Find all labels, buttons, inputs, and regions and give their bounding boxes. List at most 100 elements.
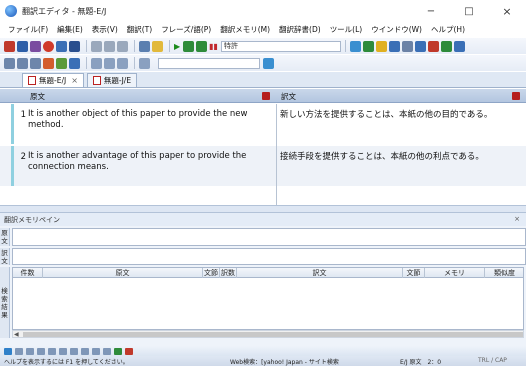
- source-cell[interactable]: It is another object of this paper to pr…: [28, 109, 273, 131]
- refresh-icon[interactable]: [30, 57, 41, 69]
- memory-tool-icon[interactable]: [103, 347, 111, 355]
- table-row[interactable]: 2 It is another advantage of this paper …: [0, 146, 526, 186]
- save-icon[interactable]: [69, 40, 80, 52]
- memory-source-field[interactable]: [12, 228, 526, 246]
- layout-icon[interactable]: [104, 57, 115, 69]
- memory-tool-icon[interactable]: [81, 347, 89, 355]
- memory-icon[interactable]: [349, 40, 361, 52]
- help-icon[interactable]: [152, 40, 163, 52]
- register-icon[interactable]: [362, 40, 374, 52]
- tab-close-icon[interactable]: ×: [71, 76, 78, 85]
- memory-toolbar: [0, 346, 526, 356]
- target-cell[interactable]: 接続手段を提供することは、本紙の他の利点である。: [280, 151, 525, 163]
- memory-tool-icon[interactable]: [92, 347, 100, 355]
- menu-file[interactable]: ファイル(F): [8, 24, 48, 35]
- col-count[interactable]: 件数: [13, 268, 43, 278]
- grid-header: 原文 訳文: [0, 89, 526, 103]
- toolbar-separator: [134, 40, 135, 52]
- back-icon[interactable]: [4, 57, 15, 69]
- memory-register-icon[interactable]: [114, 347, 122, 355]
- col-segment-target[interactable]: 文節: [403, 268, 425, 278]
- stop-icon[interactable]: [43, 40, 54, 52]
- menu-view[interactable]: 表示(V): [92, 24, 118, 35]
- forward-icon[interactable]: [17, 57, 28, 69]
- menu-window[interactable]: ウインドウ(W): [371, 24, 422, 35]
- results-table-body[interactable]: [12, 278, 524, 330]
- settings-icon[interactable]: [56, 40, 67, 52]
- document-icon: [92, 76, 101, 85]
- search-icon[interactable]: [453, 40, 465, 52]
- menu-translate[interactable]: 翻訳(T): [127, 24, 152, 35]
- memory-tool-icon[interactable]: [70, 347, 78, 355]
- globe-search-icon[interactable]: [263, 57, 274, 69]
- window-title: 翻訳エディタ - 無題-E/J: [22, 6, 107, 16]
- media-icon[interactable]: [91, 57, 102, 69]
- scrollbar-thumb[interactable]: [23, 332, 523, 337]
- scroll-left-icon[interactable]: ◀: [14, 331, 19, 338]
- source-column-header[interactable]: 原文: [26, 89, 274, 103]
- list-icon[interactable]: [401, 40, 413, 52]
- memory-target-field[interactable]: [12, 248, 526, 265]
- highlight-icon[interactable]: [375, 40, 387, 52]
- menu-help[interactable]: ヘルプ(H): [431, 24, 465, 35]
- col-source[interactable]: 原文: [43, 268, 203, 278]
- maximize-button[interactable]: □: [450, 0, 488, 22]
- translate-icon[interactable]: [30, 40, 41, 52]
- memory-tool-icon[interactable]: [37, 347, 45, 355]
- home-icon[interactable]: [43, 57, 54, 69]
- view-icon[interactable]: [139, 57, 150, 69]
- window-controls: − □ ×: [412, 0, 526, 22]
- grid-icon[interactable]: [117, 57, 128, 69]
- target-column-header[interactable]: 訳文: [277, 89, 524, 103]
- check-icon[interactable]: [440, 40, 452, 52]
- pause-icon[interactable]: ▮▮: [209, 42, 218, 51]
- close-button[interactable]: ×: [488, 0, 526, 22]
- menu-dictionary[interactable]: 翻訳辞書(D): [279, 24, 321, 35]
- memory-delete-icon[interactable]: [125, 347, 133, 355]
- memory-search-icon[interactable]: [4, 347, 12, 355]
- heart-icon[interactable]: [427, 40, 439, 52]
- memory-tool-icon[interactable]: [59, 347, 67, 355]
- row-number: 1: [20, 110, 26, 120]
- memory-tool-icon[interactable]: [15, 347, 23, 355]
- target-cell[interactable]: 新しい方法を提供することは、本紙の他の目的である。: [280, 109, 525, 121]
- col-similarity[interactable]: 類似度: [485, 268, 524, 278]
- dictionary-combo[interactable]: 特許: [220, 40, 341, 52]
- bookmark-icon[interactable]: [56, 57, 67, 69]
- cut-icon[interactable]: [91, 40, 102, 52]
- translate-next-icon[interactable]: [196, 40, 208, 52]
- tab-label: 無題-E/J: [39, 76, 67, 85]
- memory-tool-icon[interactable]: [48, 347, 56, 355]
- col-target[interactable]: 訳文: [237, 268, 403, 278]
- open-document-icon[interactable]: [17, 40, 28, 52]
- tab-ej[interactable]: 無題-E/J ×: [22, 73, 84, 87]
- table-row[interactable]: 1 It is another object of this paper to …: [0, 104, 526, 144]
- undo-icon[interactable]: [139, 40, 150, 52]
- pane-close-icon[interactable]: ×: [514, 215, 520, 223]
- menu-memory[interactable]: 翻訳メモリ(M): [220, 24, 270, 35]
- col-memory[interactable]: メモリ: [425, 268, 485, 278]
- toolbar-combo[interactable]: [158, 57, 260, 69]
- pane-splitter[interactable]: [0, 205, 526, 213]
- menu-edit[interactable]: 編集(E): [57, 24, 83, 35]
- memory-tool-icon[interactable]: [26, 347, 34, 355]
- play-icon[interactable]: ▶: [174, 42, 180, 51]
- translate-all-icon[interactable]: [183, 40, 195, 52]
- status-language: E/J 原文 2：0: [400, 359, 442, 366]
- menu-tools[interactable]: ツール(L): [330, 24, 363, 35]
- paste-icon[interactable]: [117, 40, 128, 52]
- source-cell[interactable]: It is another advantage of this paper to…: [28, 151, 273, 173]
- minimize-button[interactable]: −: [412, 0, 450, 22]
- horizontal-scrollbar[interactable]: ◀: [12, 330, 524, 338]
- status-web-search[interactable]: Web検索：[yahoo! Japan - サイト検索: [230, 357, 339, 366]
- menu-phrase[interactable]: フレーズ/語(P): [161, 24, 211, 35]
- tab-je[interactable]: 無題-J/E: [86, 73, 138, 87]
- title-bar: 翻訳エディタ - 無題-E/J − □ ×: [0, 0, 526, 22]
- col-segment[interactable]: 文節: [203, 268, 220, 278]
- globe-icon[interactable]: [69, 57, 80, 69]
- compare-icon[interactable]: [388, 40, 400, 52]
- new-document-icon[interactable]: [4, 40, 15, 52]
- copy-icon[interactable]: [104, 40, 115, 52]
- dictionary-icon[interactable]: [414, 40, 426, 52]
- col-translations[interactable]: 訳数: [220, 268, 237, 278]
